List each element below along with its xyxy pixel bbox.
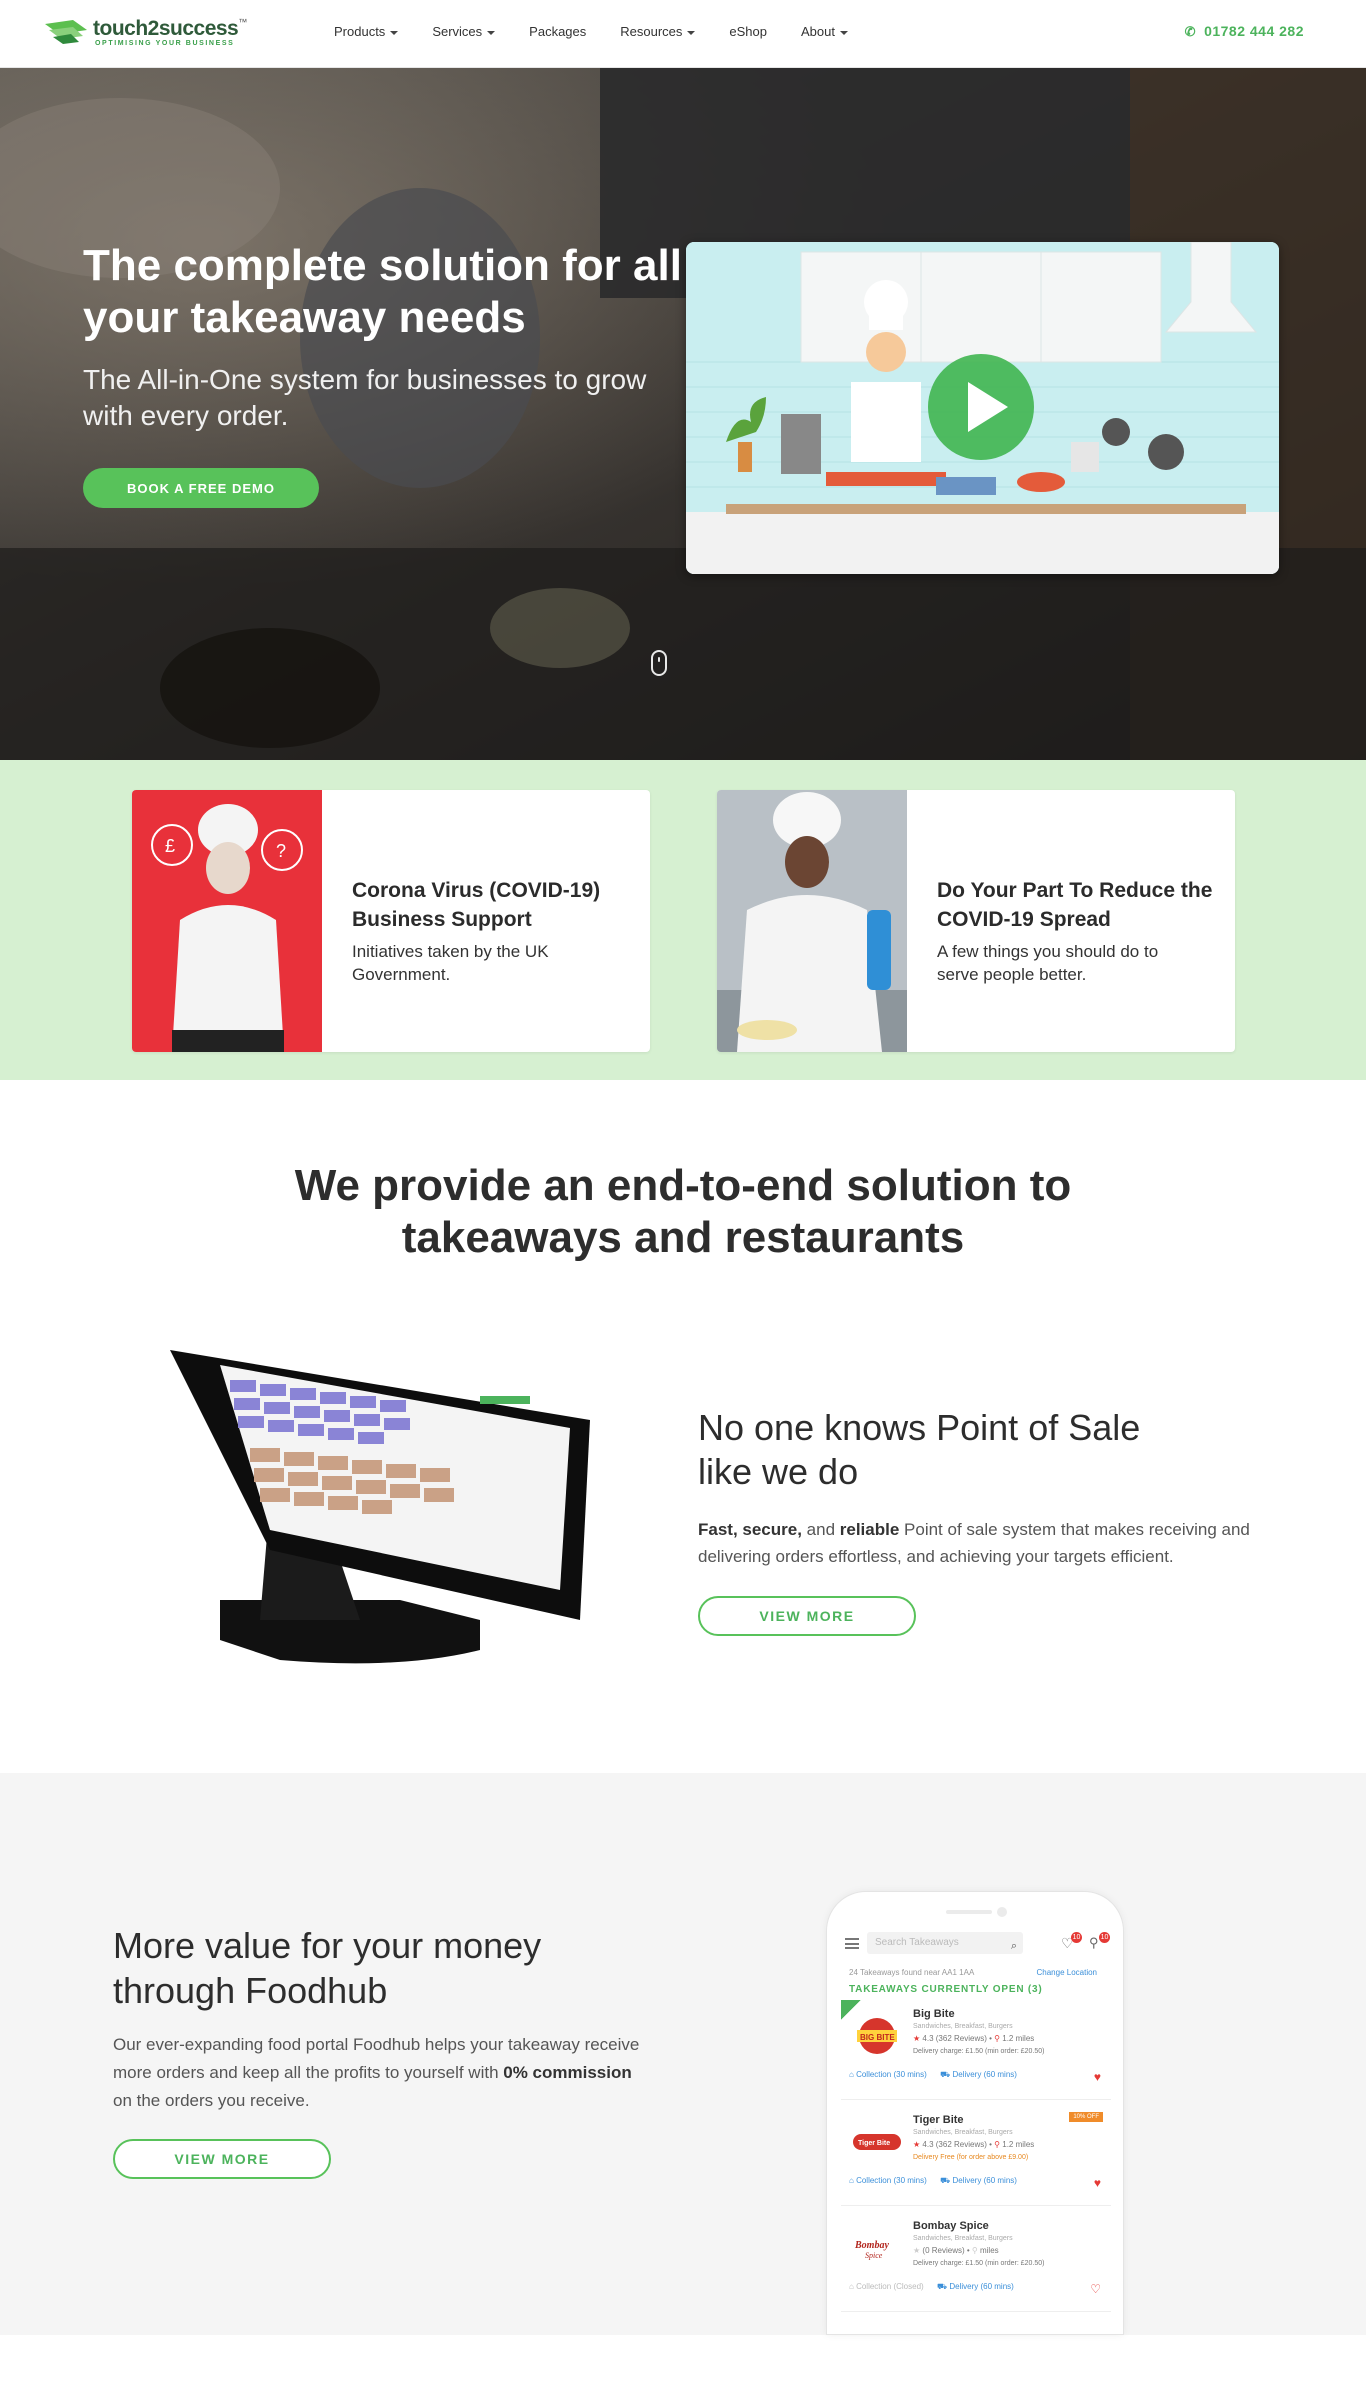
logo-mark-icon [45, 20, 87, 44]
change-location-link[interactable]: Change Location [1037, 1968, 1098, 1977]
collection-icon: ⌂ [849, 2176, 854, 2185]
site-header: touch2success™ OPTIMISING YOUR BUSINESS … [0, 0, 1366, 68]
tiger-bite-logo: Tiger Bite [853, 2134, 901, 2150]
logo-name: touch2success™ [93, 17, 247, 40]
star-icon: ★ [913, 2034, 921, 2043]
location-pin-icon: ⚲ [971, 2246, 978, 2255]
chevron-down-icon [390, 30, 399, 35]
pos-description: Fast, secure, and reliable Point of sale… [698, 1520, 1250, 1566]
restaurant-name: Big Bite [913, 2008, 955, 2020]
big-bite-logo: BIG BITE [857, 2018, 897, 2054]
heart-outline-icon[interactable]: ♡ [1090, 2282, 1101, 2296]
discount-badge: 10% OFF [1069, 2112, 1103, 2122]
star-icon: ★ [913, 2246, 921, 2255]
nav-services[interactable]: Services [432, 24, 496, 39]
foodhub-view-more-button[interactable]: VIEW MORE [113, 2139, 331, 2179]
covid-spread-card[interactable]: Do Your Part To Reduce the COVID-19 Spre… [717, 790, 1235, 1052]
svg-text:Bombay: Bombay [854, 2240, 889, 2251]
main-nav: Products Services Packages Resources eSh… [334, 24, 882, 39]
nav-resources[interactable]: Resources [620, 24, 696, 39]
menu-icon[interactable] [845, 1938, 859, 1949]
foodhub-app-mockup: Search Takeaways ⌕ ♡ 10 ⚲ 10 24 Takeaways… [826, 1891, 1124, 2335]
filter-icon[interactable]: ⚲ [1089, 1935, 1099, 1951]
favourites-badge: 10 [1071, 1932, 1082, 1943]
solution-title: We provide an end-to-end solution to tak… [294, 1161, 1072, 1262]
restaurant-rating: ★ 4.3 (362 Reviews) • ⚲ 1.2 miles [913, 2034, 1035, 2043]
hero: The complete solution for all your takea… [0, 68, 1366, 760]
restaurant-card[interactable]: Bombay Spice Bombay Spice Sandwiches, Bre… [841, 2212, 1111, 2312]
restaurant-delivery-info: Delivery charge: £1.50 (min order: £20.5… [913, 2260, 1045, 2267]
restaurant-name: Bombay Spice [913, 2220, 989, 2232]
filter-badge: 10 [1099, 1932, 1110, 1943]
covid-support-title: Corona Virus (COVID-19) Business Support [352, 879, 601, 931]
svg-text:£: £ [165, 836, 175, 856]
restaurant-rating: ★ 4.3 (362 Reviews) • ⚲ 1.2 miles [913, 2140, 1035, 2149]
nav-packages[interactable]: Packages [529, 24, 586, 39]
covid-spread-title: Do Your Part To Reduce the COVID-19 Spre… [937, 879, 1213, 931]
phone-speaker [946, 1910, 992, 1914]
foodhub-description: Our ever-expanding food portal Foodhub h… [113, 2035, 640, 2110]
restaurant-card[interactable]: 10% OFF Tiger Bite Tiger Bite Sandwiches… [841, 2106, 1111, 2206]
restaurant-order-options: ⌂ Collection (30 mins) ⛟ Delivery (60 mi… [849, 2070, 1101, 2084]
hero-subtitle: The All-in-One system for businesses to … [83, 364, 647, 431]
nav-about[interactable]: About [801, 24, 848, 39]
restaurant-order-options: ⌂ Collection (Closed) ⛟ Delivery (60 min… [849, 2282, 1101, 2296]
svg-text:Spice: Spice [865, 2251, 883, 2260]
delivery-icon: ⛟ [937, 2282, 948, 2291]
video-player[interactable] [686, 242, 1279, 574]
hero-title: The complete solution for all your takea… [83, 241, 682, 342]
heart-icon[interactable]: ♥ [1094, 2070, 1101, 2084]
takeaway-search-input[interactable]: Search Takeaways ⌕ [867, 1932, 1023, 1954]
results-count: 24 Takeaways found near AA1 1AA [849, 1968, 975, 1977]
location-pin-icon: ⚲ [994, 2140, 1001, 2149]
logo-tagline: OPTIMISING YOUR BUSINESS [95, 40, 235, 47]
heart-icon[interactable]: ♥ [1094, 2176, 1101, 2190]
restaurant-delivery-info: Delivery Free (for order above £9.00) [913, 2154, 1029, 2161]
foodhub-section: More value for your money through Foodhu… [0, 1773, 1366, 2335]
restaurant-delivery-info: Delivery charge: £1.50 (min order: £20.5… [913, 2048, 1045, 2055]
restaurant-order-options: ⌂ Collection (30 mins) ⛟ Delivery (60 mi… [849, 2176, 1101, 2190]
collection-icon: ⌂ [849, 2282, 854, 2291]
restaurant-name: Tiger Bite [913, 2114, 964, 2126]
open-takeaways-heading: TAKEAWAYS CURRENTLY OPEN (3) [849, 1984, 1043, 1995]
chef-thinking-image: £ ? [132, 790, 322, 1052]
nav-eshop[interactable]: eShop [729, 24, 767, 39]
covid-support-card[interactable]: £ ? Corona Virus (COVID-19) Business Sup… [132, 790, 650, 1052]
delivery-icon: ⛟ [940, 2070, 951, 2079]
app-search-bar: Search Takeaways ⌕ ♡ 10 ⚲ 10 [841, 1932, 1111, 1956]
chevron-down-icon [487, 30, 496, 35]
chevron-down-icon [839, 30, 848, 35]
book-demo-button[interactable]: BOOK A FREE DEMO [83, 468, 319, 508]
pos-heading: No one knows Point of Sale like we do [698, 1407, 1141, 1492]
svg-text:BIG BITE: BIG BITE [860, 2033, 895, 2042]
search-icon: ⌕ [1010, 1940, 1017, 1952]
covid-band: £ ? Corona Virus (COVID-19) Business Sup… [0, 760, 1366, 1080]
restaurant-card[interactable]: BIG BITE Big Bite Sandwiches, Breakfast,… [841, 2000, 1111, 2100]
covid-support-text: Initiatives taken by the UK Government. [352, 942, 549, 984]
foodhub-heading: More value for your money through Foodhu… [113, 1925, 542, 2011]
restaurant-cuisine: Sandwiches, Breakfast, Burgers [913, 2023, 1013, 2030]
svg-text:Tiger Bite: Tiger Bite [858, 2140, 890, 2147]
bombay-spice-logo: BombaySpice [854, 2240, 889, 2260]
restaurant-cuisine: Sandwiches, Breakfast, Burgers [913, 2235, 1013, 2242]
restaurant-cuisine: Sandwiches, Breakfast, Burgers [913, 2129, 1013, 2136]
phone-camera [997, 1907, 1007, 1917]
location-pin-icon: ⚲ [994, 2034, 1001, 2043]
scroll-down-icon[interactable] [651, 650, 667, 676]
restaurant-rating: ★ (0 Reviews) • ⚲ miles [913, 2246, 999, 2255]
collection-icon: ⌂ [849, 2070, 854, 2079]
play-icon[interactable] [926, 352, 1036, 462]
pos-view-more-button[interactable]: VIEW MORE [698, 1596, 916, 1636]
phone-icon: ✆ [1184, 24, 1197, 39]
svg-text:?: ? [276, 841, 286, 861]
star-icon: ★ [913, 2140, 921, 2149]
logo[interactable]: touch2success™ OPTIMISING YOUR BUSINESS [43, 14, 273, 54]
nav-products[interactable]: Products [334, 24, 399, 39]
pos-terminal-image [170, 1350, 590, 1664]
delivery-icon: ⛟ [940, 2176, 951, 2185]
covid-spread-text: A few things you should do to serve peop… [937, 942, 1159, 984]
chevron-down-icon [687, 30, 696, 35]
chef-cleaning-image [717, 790, 907, 1052]
phone-link[interactable]: ✆ 01782 444 282 [1185, 23, 1304, 40]
